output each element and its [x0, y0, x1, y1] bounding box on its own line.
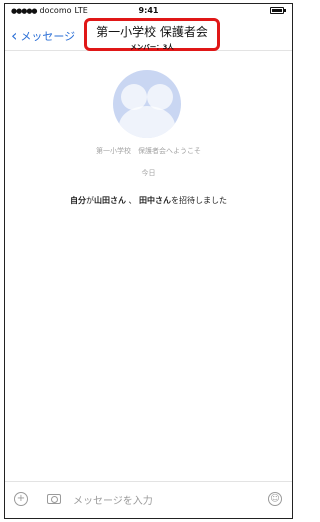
- chat-title: 第一小学校 保護者会: [96, 25, 208, 39]
- emoji-icon[interactable]: ☺: [268, 492, 282, 506]
- message-input-bar: + メッセージを入力 ☺: [5, 481, 292, 518]
- inviter-name: 自分: [69, 196, 86, 205]
- invite-suffix: を招待しました: [171, 196, 228, 205]
- battery-icon: [270, 7, 286, 14]
- invited-user-2: 田中さん: [139, 196, 172, 205]
- phone-screen: ●●●●● docomo LTE 9:41 ‹ メッセージ 第一小学校 保護者会…: [4, 3, 293, 519]
- group-avatar-icon: [113, 70, 181, 138]
- status-bar: ●●●●● docomo LTE 9:41: [5, 4, 292, 18]
- welcome-text: 第一小学校 保護者会へようこそ: [96, 147, 201, 155]
- nav-bar: ‹ メッセージ 第一小学校 保護者会 メンバー：3人: [5, 18, 292, 51]
- chevron-left-icon: ‹: [11, 26, 18, 45]
- system-message: 自分が山田さん 、 田中さんを招待しました: [5, 195, 292, 206]
- member-count: メンバー：3人: [130, 43, 174, 51]
- separator: 、: [125, 196, 140, 205]
- back-label: メッセージ: [20, 30, 76, 43]
- invited-user-1: 山田さん: [93, 196, 126, 205]
- back-button[interactable]: ‹ メッセージ: [11, 28, 75, 44]
- particle-ga: が: [85, 196, 94, 205]
- message-input[interactable]: メッセージを入力: [73, 492, 153, 507]
- status-time: 9:41: [138, 6, 159, 15]
- plus-icon[interactable]: +: [14, 492, 28, 506]
- chat-title-highlight[interactable]: 第一小学校 保護者会 メンバー：3人: [84, 18, 220, 51]
- camera-icon[interactable]: [47, 494, 61, 504]
- date-separator: 今日: [141, 169, 156, 177]
